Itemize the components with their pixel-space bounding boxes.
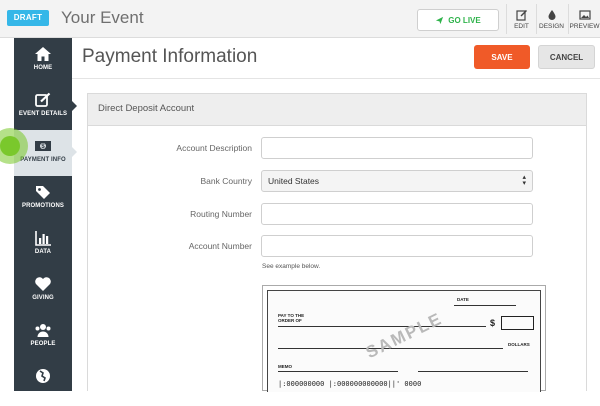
amount-box [501, 316, 534, 330]
top-bar: DRAFT Your Event GO LIVE EDIT DESIGN PRE… [0, 0, 600, 38]
sidebar-item-promotions[interactable]: PROMOTIONS [14, 176, 72, 222]
money-icon: $ [35, 141, 51, 151]
select-arrows-icon: ▴ ▾ [522, 174, 526, 187]
memo-text: MEMO [278, 364, 292, 369]
page-title: Payment Information [82, 46, 258, 67]
order-of-text: ORDER OF [278, 318, 302, 323]
home-icon [35, 47, 51, 61]
event-title[interactable]: Your Event [61, 8, 144, 28]
sidebar-item-giving[interactable]: GIVING [14, 268, 72, 314]
go-live-label: GO LIVE [448, 15, 481, 25]
sidebar-nav: HOME EVENT DETAILS $ PAYMENT INFO PROMOT… [14, 38, 77, 391]
bank-country-label: Bank Country [200, 176, 253, 186]
edit-icon [35, 92, 51, 107]
date-text: DATE [457, 297, 469, 302]
sidebar-item-globe[interactable] [14, 360, 72, 406]
sidebar-item-label: EVENT DETAILS [18, 111, 68, 117]
bank-country-value: United States [268, 176, 320, 186]
check-body: PAY TO THE ORDER OF DATE $ DOLLARS MEMO … [267, 290, 541, 392]
micr-line: |:000000000 |:000000000000||' 0000 [278, 380, 422, 388]
droplet-icon [548, 10, 555, 20]
sample-watermark: SAMPLE [362, 308, 446, 363]
sidebar-item-event-details[interactable]: EVENT DETAILS [14, 84, 77, 130]
globe-icon [36, 369, 50, 383]
tag-icon [36, 186, 50, 199]
nav-notch [72, 147, 77, 157]
go-live-button[interactable]: GO LIVE [417, 9, 499, 31]
paper-plane-icon [436, 16, 444, 24]
date-line [454, 305, 516, 306]
image-icon [578, 10, 591, 20]
account-description-label: Account Description [176, 143, 252, 153]
people-icon [35, 324, 51, 337]
edit-label: EDIT [514, 23, 529, 30]
sidebar-item-people[interactable]: PEOPLE [14, 314, 72, 360]
sidebar-item-home[interactable]: HOME [14, 38, 72, 84]
edit-icon [515, 10, 527, 21]
routing-number-label: Routing Number [190, 209, 252, 219]
see-example-hint: See example below. [262, 263, 321, 270]
payee-line [278, 326, 486, 327]
sidebar-item-data[interactable]: DATA [14, 222, 72, 268]
sidebar-item-label: PEOPLE [30, 341, 56, 347]
memo-line [278, 371, 398, 372]
heart-icon [35, 277, 51, 291]
panel-title: Direct Deposit Account [88, 94, 586, 126]
sidebar-item-label: PROMOTIONS [21, 203, 64, 209]
routing-number-input[interactable] [261, 203, 533, 225]
sidebar-item-label: GIVING [32, 295, 54, 301]
draft-status-badge: DRAFT [7, 10, 49, 26]
save-button[interactable]: SAVE [474, 45, 530, 69]
preview-label: PREVIEW [569, 23, 600, 30]
signature-line [418, 371, 528, 372]
header-divider [72, 78, 600, 79]
account-description-input[interactable] [261, 137, 533, 159]
account-number-label: Account Number [188, 241, 252, 251]
edit-button[interactable]: EDIT [506, 4, 536, 34]
preview-button[interactable]: PREVIEW [568, 4, 600, 34]
sidebar-item-label: HOME [33, 65, 53, 71]
dollars-text: DOLLARS [508, 342, 530, 347]
sidebar-item-label: DATA [34, 249, 52, 255]
account-number-input[interactable] [261, 235, 533, 257]
bar-chart-icon [35, 231, 51, 246]
bank-country-select[interactable]: United States ▴ ▾ [261, 170, 533, 192]
design-label: DESIGN [539, 23, 564, 30]
dollar-sign: $ [490, 318, 496, 328]
sample-check-image: PAY TO THE ORDER OF DATE $ DOLLARS MEMO … [262, 285, 546, 392]
design-button[interactable]: DESIGN [536, 4, 566, 34]
nav-notch [72, 101, 77, 111]
cancel-button[interactable]: CANCEL [538, 45, 595, 69]
